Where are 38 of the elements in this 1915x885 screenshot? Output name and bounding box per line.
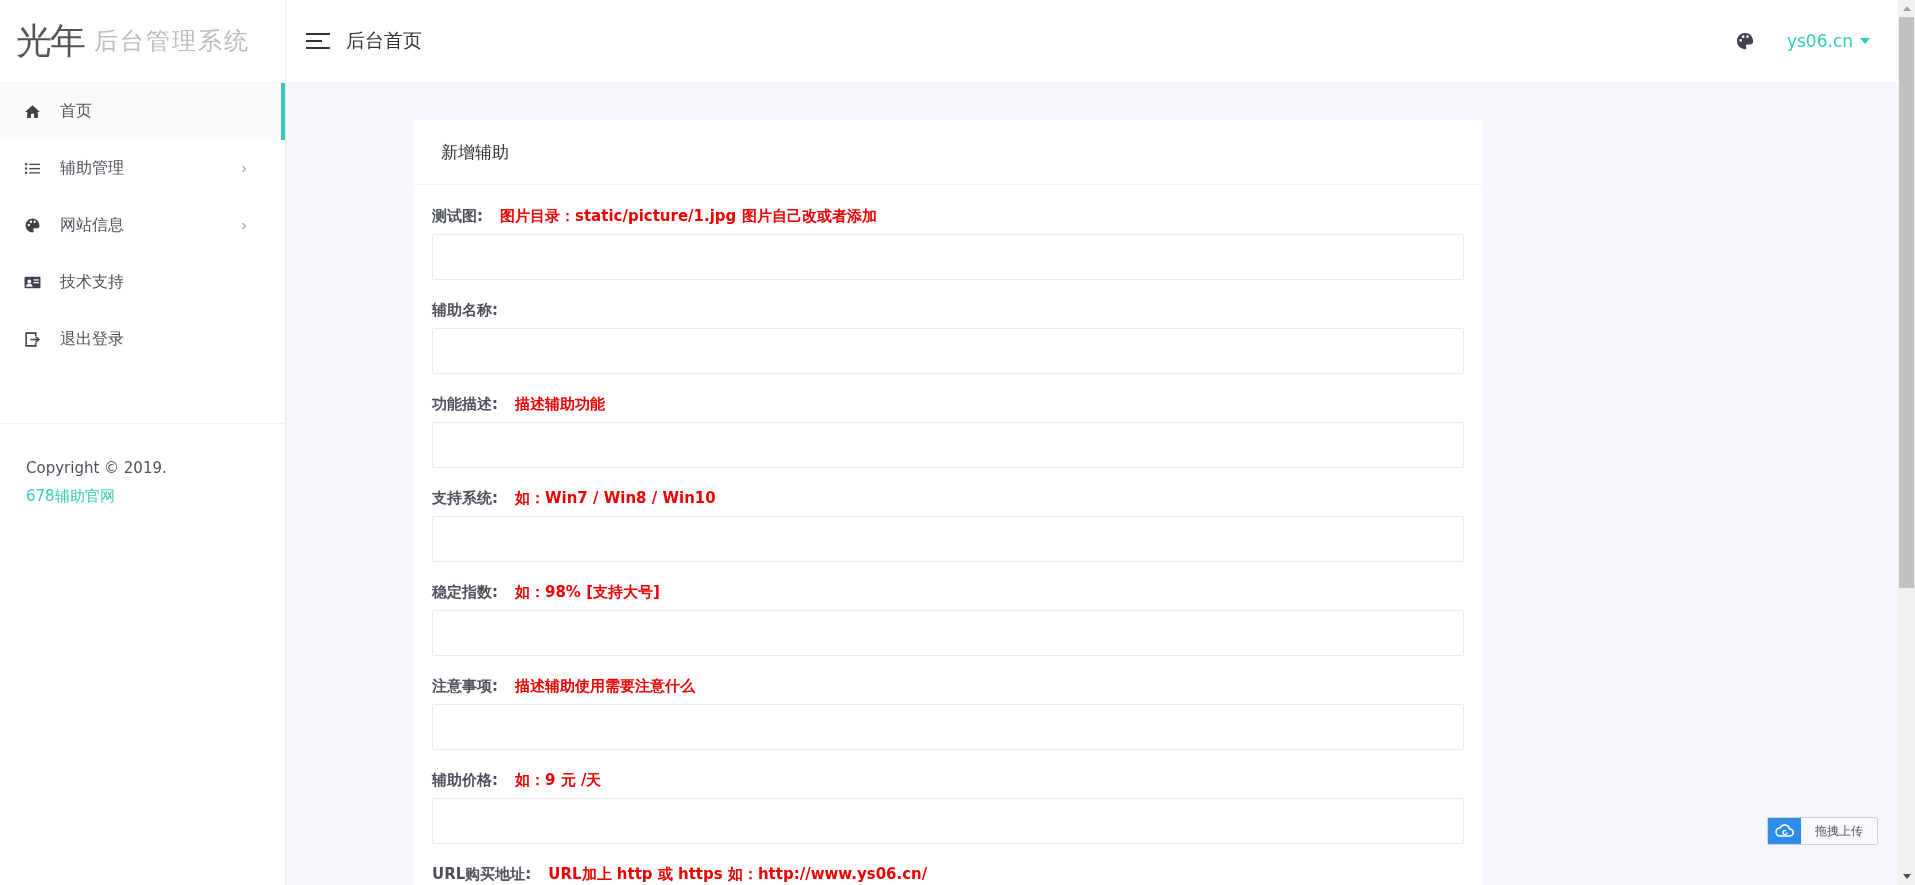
field-label: 辅助名称: [432, 301, 498, 320]
sidebar-item[interactable]: 退出登录 [0, 311, 285, 368]
copyright-text: Copyright © 2019. 678辅助官网 [26, 458, 168, 507]
logo-title: 后台管理系统 [94, 26, 250, 57]
field-hint: 图片目录：static/picture/1.jpg 图片自己改或者添加 [500, 207, 877, 226]
menu-icon[interactable] [306, 32, 330, 50]
field-hint: 描述辅助使用需要注意什么 [515, 677, 695, 696]
scroll-down-icon[interactable] [1902, 874, 1911, 879]
field-label: 功能描述: [432, 395, 498, 414]
caret-icon [1860, 38, 1870, 44]
sidebar-item[interactable]: 技术支持 [0, 254, 285, 311]
list-icon [24, 160, 41, 177]
logout-icon [24, 331, 41, 348]
page-title: 后台首页 [346, 28, 422, 53]
scroll-up-icon[interactable] [1902, 6, 1911, 11]
id-card-icon [24, 274, 41, 291]
field-label: URL购买地址: [432, 865, 532, 884]
field-hint: 如：98% [支持大号] [515, 583, 660, 602]
home-icon [24, 103, 41, 120]
field-label: 测试图: [432, 207, 483, 226]
card-title: 新增辅助 [441, 140, 509, 164]
palette-icon [24, 217, 41, 234]
logo-mark: 光年 [16, 19, 84, 63]
sidebar-item[interactable]: 首页 [0, 83, 285, 140]
sidebar-item[interactable]: 辅助管理 [0, 140, 285, 197]
field-hint: 如：Win7 / Win8 / Win10 [515, 489, 716, 508]
field-label: 支持系统: [432, 489, 498, 508]
field-label: 稳定指数: [432, 583, 498, 602]
field-hint: URL加上 http 或 https 如：http://www.ys06.cn/ [548, 865, 928, 884]
field-hint: 描述辅助功能 [515, 395, 605, 414]
field-hint: 如：9 元 /天 [515, 771, 602, 790]
field-label: 注意事项: [432, 677, 498, 696]
field-label: 辅助价格: [432, 771, 498, 790]
sidebar-item[interactable]: 网站信息 [0, 197, 285, 254]
scrollbar[interactable] [1898, 0, 1915, 885]
upload-button[interactable]: 拖拽上传 [1767, 817, 1878, 845]
cloud-icon [1774, 824, 1795, 838]
palette-icon[interactable] [1734, 31, 1755, 51]
